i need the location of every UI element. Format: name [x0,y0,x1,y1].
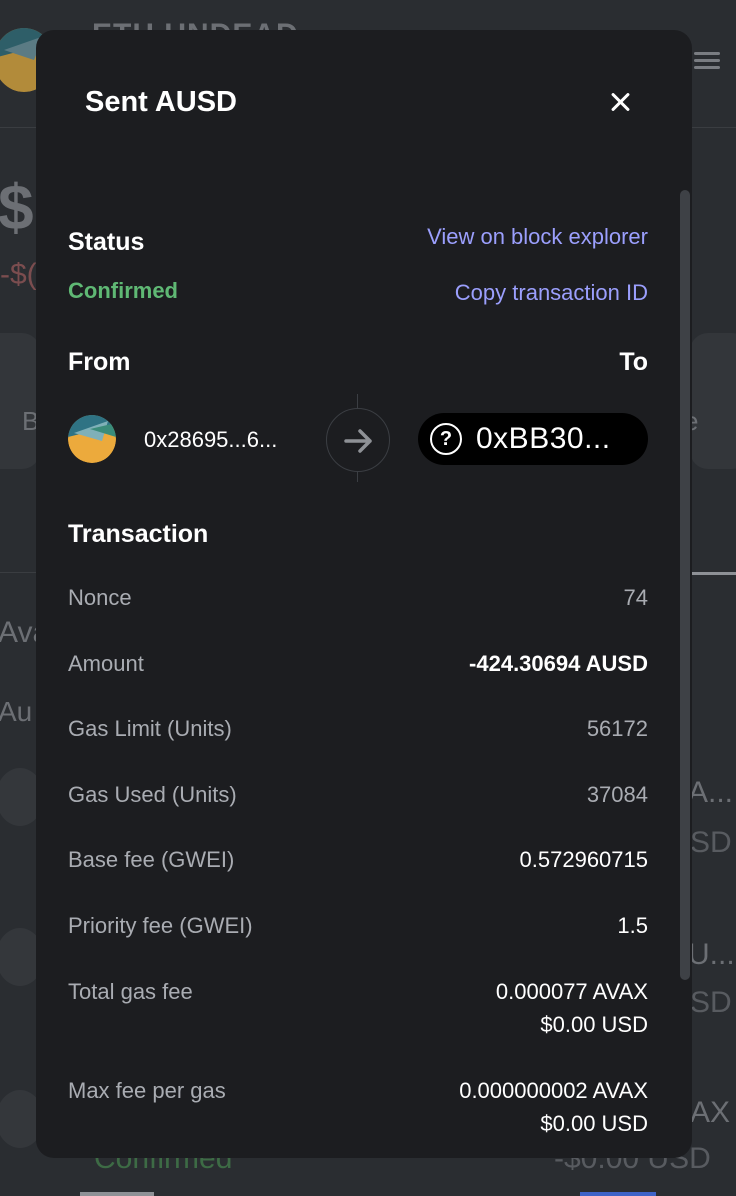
nonce-label: Nonce [68,585,132,610]
max-fee-per-gas-usd: $0.00 USD [540,1111,648,1136]
modal-scrollbar[interactable] [680,190,690,980]
total-gas-fee-label: Total gas fee [68,979,193,1004]
total-gas-fee-usd: $0.00 USD [540,1012,648,1037]
nonce-value: 74 [623,585,648,610]
from-label: From [68,348,131,376]
modal-scrollbar-thumb[interactable] [680,190,690,980]
background-tx1-title: A... [688,776,734,809]
arrow-right-icon [326,408,390,472]
base-fee-label: Base fee (GWEI) [68,847,235,872]
priority-fee-value: 1.5 [617,913,648,938]
background-bottom-bar-2 [580,1192,656,1196]
status-label: Status [68,228,145,256]
background-bottom-bar-1 [80,1192,154,1196]
background-tx1-amount: SD [690,826,732,859]
background-action-button-right[interactable] [690,333,736,469]
background-section-subtitle: Au [0,696,33,727]
background-tx2-amount: SD [690,986,732,1019]
background-action-button-left[interactable] [0,333,40,469]
transaction-details-modal: Sent AUSD Status Confirmed View on block… [36,30,692,1158]
background-tx3-title: AX [690,1096,731,1129]
to-address-pill[interactable]: ? 0xBB30... [418,413,648,465]
copy-transaction-id-link[interactable]: Copy transaction ID [455,280,648,306]
background-balance-change: -$( [0,258,37,291]
base-fee-value: 0.572960715 [519,847,648,872]
from-account-avatar [68,415,116,463]
gas-limit-value: 56172 [586,716,648,741]
gas-limit-label: Gas Limit (Units) [68,716,232,741]
background-tx2-title: U... [688,938,735,971]
to-label: To [619,348,648,376]
amount-value: -424.30694 AUSD [469,651,648,676]
close-icon[interactable] [604,86,636,118]
priority-fee-label: Priority fee (GWEI) [68,913,253,938]
background-tab-indicator [690,572,736,575]
transaction-heading: Transaction [68,520,209,548]
status-value: Confirmed [68,278,178,303]
modal-title: Sent AUSD [85,86,237,118]
question-circle-icon: ? [430,423,462,455]
hamburger-menu-icon[interactable] [694,52,720,70]
max-fee-per-gas-label: Max fee per gas [68,1078,226,1103]
background-balance: $ [0,171,34,243]
total-gas-fee-value: 0.000077 AVAX [495,979,648,1004]
gas-used-value: 37084 [586,782,648,807]
view-on-block-explorer-link[interactable]: View on block explorer [427,224,648,250]
to-address: 0xBB30... [476,422,611,455]
max-fee-per-gas-value: 0.000000002 AVAX [459,1078,648,1103]
from-address[interactable]: 0x28695...6... [144,427,277,453]
gas-used-label: Gas Used (Units) [68,782,237,807]
amount-label: Amount [68,651,144,676]
